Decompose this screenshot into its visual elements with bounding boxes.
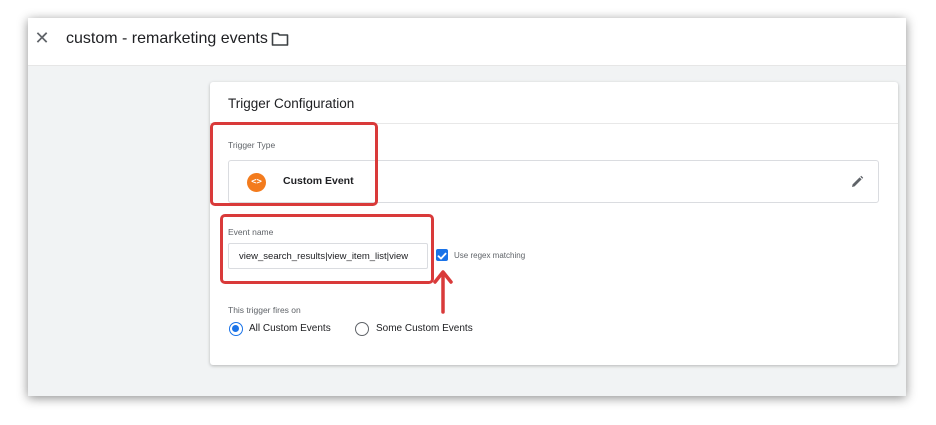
annotation-box-trigger-type — [210, 122, 378, 206]
tag-editor-window: ✕ custom - remarketing events Trigger Co… — [28, 18, 906, 396]
card-title: Trigger Configuration — [228, 96, 355, 111]
annotation-arrow — [433, 270, 453, 314]
radio-some-custom-events-label[interactable]: Some Custom Events — [376, 323, 473, 334]
checkmark-icon — [437, 252, 447, 260]
close-icon[interactable]: ✕ — [32, 29, 52, 49]
tag-editor-header: ✕ custom - remarketing events — [28, 18, 906, 66]
regex-checkbox-label[interactable]: Use regex matching — [454, 251, 525, 260]
radio-all-custom-events[interactable] — [229, 322, 243, 336]
annotation-box-event-name — [220, 214, 434, 284]
tag-name-title[interactable]: custom - remarketing events — [66, 29, 268, 49]
radio-some-custom-events[interactable] — [355, 322, 369, 336]
fires-on-label: This trigger fires on — [228, 305, 301, 315]
radio-all-custom-events-label[interactable]: All Custom Events — [249, 323, 331, 334]
regex-checkbox[interactable] — [436, 249, 448, 261]
folder-icon[interactable] — [271, 31, 289, 47]
pencil-icon[interactable] — [850, 175, 864, 189]
